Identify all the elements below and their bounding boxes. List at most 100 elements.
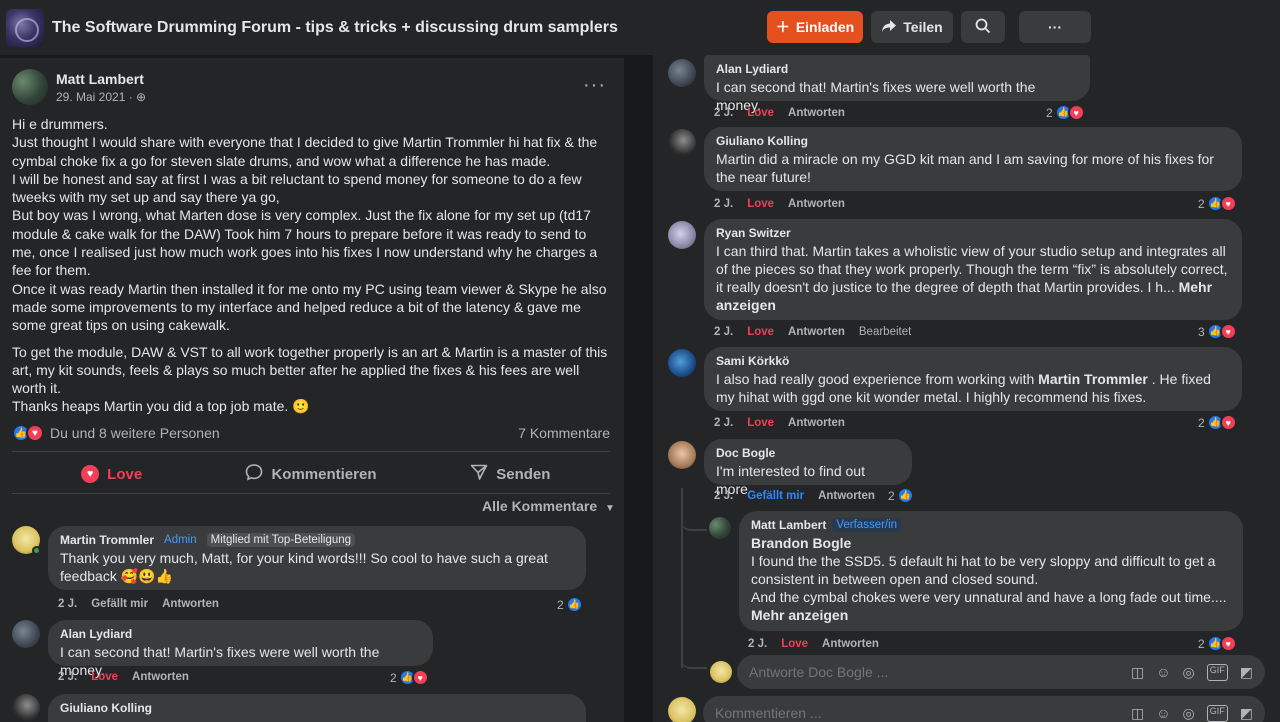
comment-time[interactable]: 2 J. (748, 638, 767, 650)
comment-reactions[interactable]: 2 👍 ♥ (1198, 635, 1237, 652)
label-icon[interactable]: ◩ (1240, 664, 1253, 681)
love-action[interactable]: Love (781, 638, 808, 650)
comment-author[interactable]: Doc Bogle (716, 446, 900, 460)
comment-input-box: ◫ ☺ ◎ GIF ◩ (703, 696, 1265, 722)
send-button[interactable]: Senden (411, 456, 610, 492)
share-button[interactable]: Teilen (871, 11, 953, 43)
reply-action[interactable]: Antworten (788, 417, 845, 429)
commenter-avatar[interactable] (668, 349, 696, 377)
reply-action[interactable]: Antworten (818, 490, 875, 502)
my-avatar[interactable] (710, 661, 732, 683)
post-more-icon[interactable]: ··· (583, 74, 606, 97)
divider (12, 493, 610, 494)
comment-input[interactable] (715, 705, 1132, 721)
comment-reactions[interactable]: 2 👍 (888, 487, 914, 504)
comment-time[interactable]: 2 J. (714, 198, 733, 210)
like-action[interactable]: Gefällt mir (747, 490, 804, 502)
comment-author[interactable]: Matt Lambert (751, 518, 826, 532)
camera-icon[interactable]: ◎ (1183, 705, 1195, 722)
comment-bubble: Doc Bogle I'm interested to find out mor… (704, 439, 912, 497)
comment-reactions[interactable]: 2 👍 ♥ (1198, 195, 1237, 212)
comment-author[interactable]: Giuliano Kolling (60, 701, 574, 715)
my-avatar[interactable] (668, 697, 696, 722)
post-paragraph: To get the module, DAW & VST to all work… (12, 343, 608, 397)
top-member-badge[interactable]: Mitglied mit Top-Beteiligung (206, 533, 356, 547)
comment-author[interactable]: Sami Körkkö (716, 354, 1230, 368)
comment-reactions[interactable]: 2 👍 ♥ (1198, 414, 1237, 431)
reply-input[interactable] (749, 664, 1132, 680)
comment-meta: 2 J. Gefällt mir Antworten (714, 490, 875, 502)
reply-action[interactable]: Antworten (132, 671, 189, 683)
comment-time[interactable]: 2 J. (58, 671, 77, 683)
reply-action[interactable]: Antworten (822, 638, 879, 650)
comment-author[interactable]: Giuliano Kolling (716, 134, 1230, 148)
commenter-avatar[interactable] (12, 694, 40, 722)
post-body: Hi e drummers. Just thought I would shar… (12, 115, 612, 416)
comments-count[interactable]: 7 Kommentare (518, 425, 610, 441)
edited-label[interactable]: Bearbeitet (859, 326, 911, 338)
comment-reactions[interactable]: 2 👍 (557, 596, 583, 613)
comment-time[interactable]: 2 J. (714, 490, 733, 502)
see-more-link[interactable]: Mehr anzeigen (751, 607, 848, 623)
comment-author[interactable]: Ryan Switzer (716, 226, 1230, 240)
ellipsis-icon: ··· (1048, 19, 1062, 35)
mention-link[interactable]: Martin Trommler (1038, 371, 1148, 387)
post-panel: Matt Lambert 29. Mai 2021 · ⊕ ··· Hi e d… (0, 58, 624, 722)
search-button[interactable] (961, 11, 1005, 43)
comment-reactions[interactable]: 2 👍 ♥ (1046, 104, 1085, 121)
love-action[interactable]: Love (91, 671, 118, 683)
comment-time[interactable]: 2 J. (714, 107, 733, 119)
reply-action[interactable]: Antworten (788, 107, 845, 119)
post-author-avatar[interactable] (12, 69, 48, 105)
group-title[interactable]: The Software Drumming Forum - tips & tri… (52, 19, 618, 37)
more-options-button[interactable]: ··· (1019, 11, 1091, 43)
love-action[interactable]: Love (747, 417, 774, 429)
comment-author[interactable]: Alan Lydiard (60, 627, 421, 641)
search-icon (975, 18, 991, 37)
comment-author[interactable]: Alan Lydiard (716, 62, 1078, 76)
love-action[interactable]: Love (747, 326, 774, 338)
invite-button[interactable]: ＋ Einladen (767, 11, 863, 43)
commenter-avatar[interactable] (12, 526, 41, 555)
comment-button[interactable]: Kommentieren (211, 456, 410, 492)
author-badge[interactable]: Verfasser/in (832, 518, 902, 532)
gif-icon[interactable]: GIF (1206, 704, 1228, 722)
gif-icon[interactable]: GIF (1206, 663, 1228, 681)
reactions-text[interactable]: Du und 8 weitere Personen (50, 425, 220, 441)
post-date[interactable]: 29. Mai 2021 · (56, 90, 136, 104)
emoji-icon[interactable]: ☺ (1156, 664, 1170, 681)
love-button[interactable]: ♥ Love (12, 456, 211, 492)
invite-label: Einladen (795, 19, 855, 35)
commenter-avatar[interactable] (668, 441, 696, 469)
like-action[interactable]: Gefällt mir (91, 598, 148, 610)
love-action[interactable]: Love (747, 198, 774, 210)
reply-action[interactable]: Antworten (788, 326, 845, 338)
reaction-icons[interactable]: 👍 ♥ (12, 424, 44, 442)
mention-link[interactable]: Brandon Bogle (751, 535, 851, 551)
comments-panel: Alan Lydiard I can second that! Martin's… (653, 55, 1280, 722)
commenter-avatar[interactable] (668, 221, 696, 249)
comment-time[interactable]: 2 J. (714, 417, 733, 429)
comment-reactions[interactable]: 2 👍 ♥ (390, 669, 429, 686)
comment-time[interactable]: 2 J. (714, 326, 733, 338)
group-avatar[interactable] (6, 8, 44, 47)
caret-down-icon: ▼ (605, 503, 615, 514)
commenter-avatar[interactable] (709, 517, 731, 539)
admin-badge[interactable]: Admin (160, 533, 201, 547)
comment-time[interactable]: 2 J. (58, 598, 77, 610)
sticker-icon[interactable]: ◫ (1131, 664, 1144, 681)
commenter-avatar[interactable] (668, 59, 696, 87)
camera-icon[interactable]: ◎ (1183, 664, 1195, 681)
reply-action[interactable]: Antworten (788, 198, 845, 210)
sort-comments-dropdown[interactable]: Alle Kommentare ▼ (482, 498, 615, 514)
post-author[interactable]: Matt Lambert (56, 71, 146, 87)
comment-author[interactable]: Martin Trommler (60, 533, 154, 547)
comment-reactions[interactable]: 3 👍 ♥ (1198, 323, 1237, 340)
sticker-icon[interactable]: ◫ (1131, 705, 1144, 722)
label-icon[interactable]: ◩ (1240, 705, 1253, 722)
commenter-avatar[interactable] (668, 129, 696, 157)
commenter-avatar[interactable] (12, 620, 40, 648)
love-action[interactable]: Love (747, 107, 774, 119)
emoji-icon[interactable]: ☺ (1156, 705, 1170, 722)
reply-action[interactable]: Antworten (162, 598, 219, 610)
